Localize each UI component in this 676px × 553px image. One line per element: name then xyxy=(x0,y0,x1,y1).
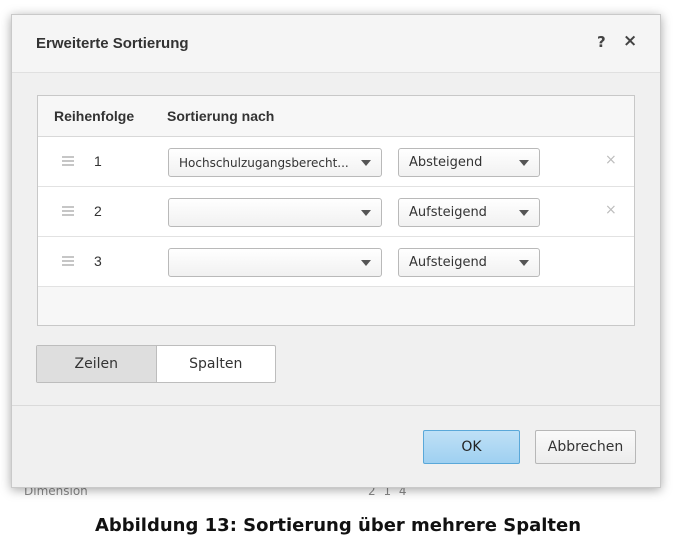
sort-direction-select[interactable]: Absteigend xyxy=(398,148,540,177)
sort-direction-select[interactable]: Aufsteigend xyxy=(398,248,540,277)
cancel-button[interactable]: Abbrechen xyxy=(535,430,636,464)
row-number: 2 xyxy=(94,203,102,219)
chevron-down-icon xyxy=(361,160,371,166)
sort-direction-value: Absteigend xyxy=(409,155,483,170)
chevron-down-icon xyxy=(361,260,371,266)
drag-handle-icon[interactable] xyxy=(62,206,74,216)
remove-row-icon[interactable]: × xyxy=(605,202,617,218)
sort-direction-value: Aufsteigend xyxy=(409,255,487,270)
sort-row: 2 Aufsteigend × xyxy=(38,187,634,237)
chevron-down-icon xyxy=(361,210,371,216)
sort-row: 3 Aufsteigend xyxy=(38,237,634,287)
row-number: 1 xyxy=(94,153,102,169)
help-icon[interactable]: ? xyxy=(597,33,606,51)
chevron-down-icon xyxy=(519,260,529,266)
figure-caption: Abbildung 13: Sortierung über mehrere Sp… xyxy=(94,515,582,536)
footer-divider xyxy=(12,405,660,406)
sort-direction-select[interactable]: Aufsteigend xyxy=(398,198,540,227)
sort-field-select[interactable]: Hochschulzugangsberecht... xyxy=(168,148,382,177)
column-header-sort-by: Sortierung nach xyxy=(167,108,275,124)
drag-handle-icon[interactable] xyxy=(62,256,74,266)
chevron-down-icon xyxy=(519,160,529,166)
row-number: 3 xyxy=(94,253,102,269)
column-header-order: Reihenfolge xyxy=(54,108,135,124)
sort-row: 1 Hochschulzugangsberecht... Absteigend … xyxy=(38,137,634,187)
sort-field-value: Hochschulzugangsberecht... xyxy=(179,156,349,170)
drag-handle-icon[interactable] xyxy=(62,156,74,166)
columns-toggle-button[interactable]: Spalten xyxy=(157,346,276,382)
sort-direction-value: Aufsteigend xyxy=(409,205,487,220)
close-icon[interactable]: × xyxy=(623,31,637,51)
remove-row-icon[interactable]: × xyxy=(605,152,617,168)
sort-field-select[interactable] xyxy=(168,198,382,227)
ok-button[interactable]: OK xyxy=(423,430,520,464)
orientation-toggle: Zeilen Spalten xyxy=(36,345,276,383)
dialog-header: Erweiterte Sortierung ? × xyxy=(12,15,660,73)
rows-toggle-button[interactable]: Zeilen xyxy=(37,346,157,382)
dialog-title: Erweiterte Sortierung xyxy=(36,35,189,52)
advanced-sort-dialog: Erweiterte Sortierung ? × Reihenfolge So… xyxy=(11,14,661,488)
sort-field-select[interactable] xyxy=(168,248,382,277)
sort-table: Reihenfolge Sortierung nach 1 Hochschulz… xyxy=(37,95,635,326)
chevron-down-icon xyxy=(519,210,529,216)
sort-rows: 1 Hochschulzugangsberecht... Absteigend … xyxy=(38,136,634,287)
